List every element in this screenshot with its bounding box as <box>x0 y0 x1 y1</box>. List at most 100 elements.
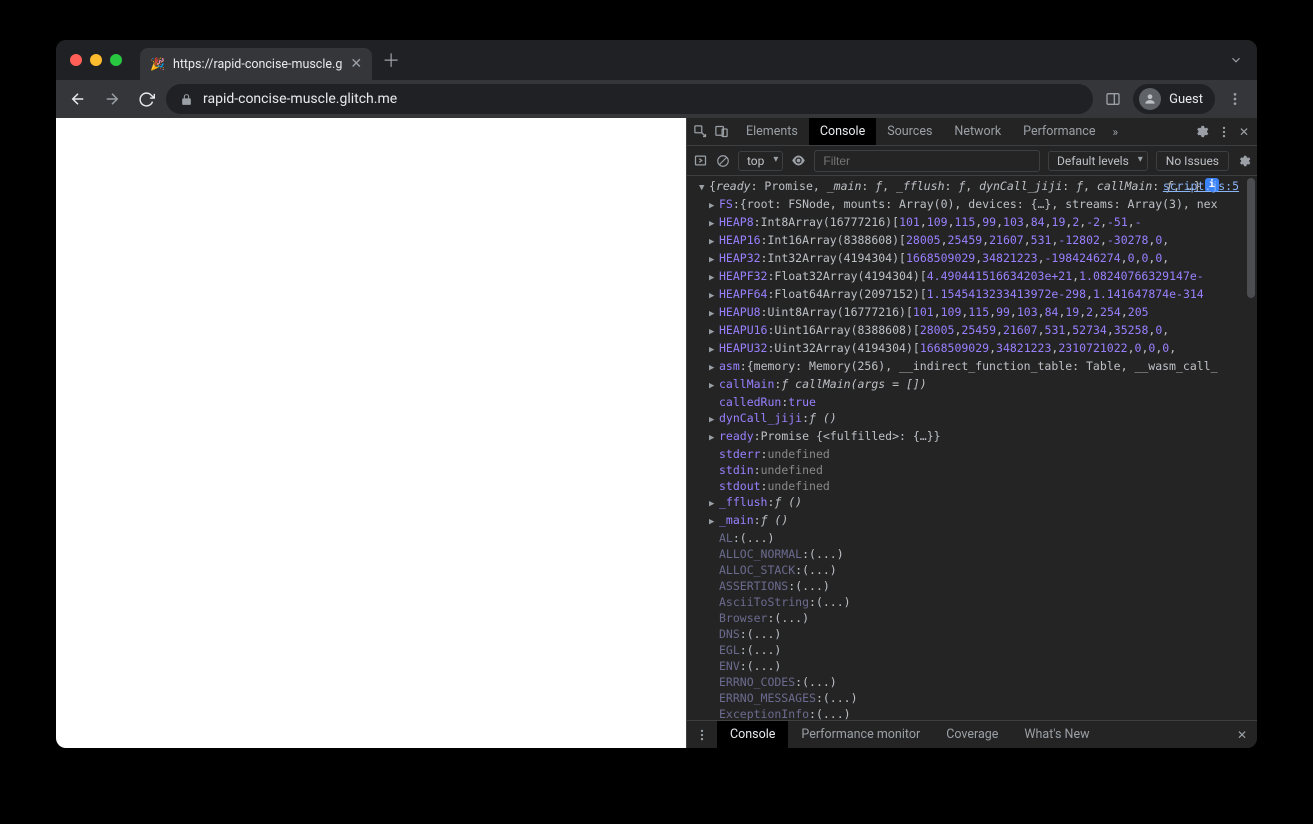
object-property-AsciiToString[interactable]: AsciiToString: (...) <box>687 594 1257 610</box>
drawer-tab-coverage[interactable]: Coverage <box>933 721 1011 748</box>
settings-icon[interactable] <box>1194 124 1209 139</box>
page-viewport[interactable] <box>56 118 686 748</box>
devtools-drawer: ConsolePerformance monitorCoverageWhat's… <box>687 720 1257 748</box>
object-property-Browser[interactable]: Browser: (...) <box>687 610 1257 626</box>
devtools-panel: ElementsConsoleSourcesNetworkPerformance… <box>686 118 1257 748</box>
devtools-menu-icon[interactable] <box>1217 125 1231 139</box>
expand-arrow-icon[interactable] <box>709 250 719 268</box>
live-expression-icon[interactable] <box>791 153 806 168</box>
devtools-tab-console[interactable]: Console <box>809 118 876 145</box>
object-property-AL[interactable]: AL: (...) <box>687 530 1257 546</box>
object-property-ALLOC_STACK[interactable]: ALLOC_STACK: (...) <box>687 562 1257 578</box>
profile-label: Guest <box>1169 92 1203 107</box>
browser-window: 🎉 https://rapid-concise-muscle.g ✕ ＋ rap… <box>56 40 1257 748</box>
forward-button[interactable] <box>98 85 126 113</box>
lock-icon <box>180 93 193 106</box>
expand-arrow-icon[interactable] <box>709 376 719 394</box>
url-text: rapid-concise-muscle.glitch.me <box>203 91 397 107</box>
object-property-ready[interactable]: ready: Promise {<fulfilled>: {…}} <box>687 428 1257 446</box>
close-window-button[interactable] <box>70 54 82 66</box>
devtools-tab-elements[interactable]: Elements <box>735 118 809 145</box>
expand-arrow-icon[interactable] <box>709 340 719 358</box>
devtools-tab-performance[interactable]: Performance <box>1012 118 1106 145</box>
browser-tab[interactable]: 🎉 https://rapid-concise-muscle.g ✕ <box>140 48 372 80</box>
issues-button[interactable]: No Issues <box>1156 151 1229 171</box>
tab-close-icon[interactable]: ✕ <box>350 56 362 72</box>
object-property-stdin[interactable]: stdin: undefined <box>687 462 1257 478</box>
expand-arrow-icon[interactable] <box>709 232 719 250</box>
object-property-DNS[interactable]: DNS: (...) <box>687 626 1257 642</box>
drawer-tab-what-s-new[interactable]: What's New <box>1011 721 1102 748</box>
object-property-stderr[interactable]: stderr: undefined <box>687 446 1257 462</box>
menu-button[interactable] <box>1221 85 1249 113</box>
object-property-asm[interactable]: asm: {memory: Memory(256), __indirect_fu… <box>687 358 1257 376</box>
object-property-ERRNO_CODES[interactable]: ERRNO_CODES: (...) <box>687 674 1257 690</box>
object-property-callMain[interactable]: callMain: ƒ callMain(args = []) <box>687 376 1257 394</box>
object-property-ERRNO_MESSAGES[interactable]: ERRNO_MESSAGES: (...) <box>687 690 1257 706</box>
object-property-HEAPU16[interactable]: HEAPU16: Uint16Array(8388608) [28005, 25… <box>687 322 1257 340</box>
avatar-icon <box>1139 88 1161 110</box>
tab-search-button[interactable] <box>1229 53 1243 67</box>
expand-arrow-icon[interactable] <box>709 322 719 340</box>
object-property-HEAPU32[interactable]: HEAPU32: Uint32Array(4194304) [166850902… <box>687 340 1257 358</box>
reload-button[interactable] <box>132 85 160 113</box>
more-tabs-icon[interactable]: » <box>1106 118 1124 145</box>
expand-arrow-icon[interactable] <box>709 410 719 428</box>
context-selector[interactable]: top <box>738 151 783 171</box>
expand-arrow-icon[interactable] <box>709 286 719 304</box>
object-property-_main[interactable]: _main: ƒ () <box>687 512 1257 530</box>
object-property-ExceptionInfo[interactable]: ExceptionInfo: (...) <box>687 706 1257 720</box>
object-property-ENV[interactable]: ENV: (...) <box>687 658 1257 674</box>
object-property-FS[interactable]: FS: {root: FSNode, mounts: Array(0), dev… <box>687 196 1257 214</box>
expand-arrow-icon[interactable] <box>709 512 719 530</box>
console-settings-icon[interactable] <box>1237 154 1251 168</box>
expand-arrow-icon[interactable] <box>709 304 719 322</box>
object-property-HEAP32[interactable]: HEAP32: Int32Array(4194304) [1668509029,… <box>687 250 1257 268</box>
object-property-EGL[interactable]: EGL: (...) <box>687 642 1257 658</box>
log-levels-selector[interactable]: Default levels <box>1048 151 1148 171</box>
devtools-close-icon[interactable]: ✕ <box>1239 125 1249 139</box>
expand-arrow-icon[interactable] <box>699 178 709 196</box>
drawer-tab-performance-monitor[interactable]: Performance monitor <box>788 721 933 748</box>
object-property-HEAPF32[interactable]: HEAPF32: Float32Array(4194304) [4.490441… <box>687 268 1257 286</box>
object-property-ALLOC_NORMAL[interactable]: ALLOC_NORMAL: (...) <box>687 546 1257 562</box>
object-property-_fflush[interactable]: _fflush: ƒ () <box>687 494 1257 512</box>
scrollbar-thumb[interactable] <box>1247 178 1255 298</box>
new-tab-button[interactable]: ＋ <box>382 47 400 73</box>
object-property-HEAPU8[interactable]: HEAPU8: Uint8Array(16777216) [101, 109, … <box>687 304 1257 322</box>
toggle-sidebar-icon[interactable] <box>693 153 708 168</box>
devtools-tabs: ElementsConsoleSourcesNetworkPerformance… <box>687 118 1257 146</box>
filter-input[interactable] <box>814 150 1040 172</box>
console-output[interactable]: script.js:5 {ready: Promise, _main: ƒ, _… <box>687 176 1257 720</box>
object-property-ASSERTIONS[interactable]: ASSERTIONS: (...) <box>687 578 1257 594</box>
object-property-calledRun[interactable]: calledRun: true <box>687 394 1257 410</box>
object-property-dynCall_jiji[interactable]: dynCall_jiji: ƒ () <box>687 410 1257 428</box>
minimize-window-button[interactable] <box>90 54 102 66</box>
expand-arrow-icon[interactable] <box>709 268 719 286</box>
object-property-stdout[interactable]: stdout: undefined <box>687 478 1257 494</box>
select-element-icon[interactable] <box>693 124 708 139</box>
drawer-menu-icon[interactable] <box>687 721 717 748</box>
devtools-tab-sources[interactable]: Sources <box>876 118 943 145</box>
expand-arrow-icon[interactable] <box>709 214 719 232</box>
address-bar[interactable]: rapid-concise-muscle.glitch.me <box>166 84 1093 114</box>
expand-arrow-icon[interactable] <box>709 358 719 376</box>
object-property-HEAP8[interactable]: HEAP8: Int8Array(16777216) [101, 109, 11… <box>687 214 1257 232</box>
toggle-device-icon[interactable] <box>714 124 729 139</box>
clear-console-icon[interactable] <box>716 154 730 168</box>
drawer-close-icon[interactable]: ✕ <box>1227 721 1257 748</box>
profile-button[interactable]: Guest <box>1133 84 1215 114</box>
back-button[interactable] <box>64 85 92 113</box>
side-panel-button[interactable] <box>1099 85 1127 113</box>
tab-strip: 🎉 https://rapid-concise-muscle.g ✕ ＋ <box>56 40 1257 80</box>
expand-arrow-icon[interactable] <box>709 494 719 512</box>
object-property-HEAPF64[interactable]: HEAPF64: Float64Array(2097152) [1.154541… <box>687 286 1257 304</box>
source-link[interactable]: script.js:5 <box>1163 178 1239 194</box>
drawer-tab-console[interactable]: Console <box>717 721 788 748</box>
expand-arrow-icon[interactable] <box>709 428 719 446</box>
object-property-HEAP16[interactable]: HEAP16: Int16Array(8388608) [28005, 2545… <box>687 232 1257 250</box>
expand-arrow-icon[interactable] <box>709 196 719 214</box>
content-area: ElementsConsoleSourcesNetworkPerformance… <box>56 118 1257 748</box>
devtools-tab-network[interactable]: Network <box>943 118 1012 145</box>
maximize-window-button[interactable] <box>110 54 122 66</box>
